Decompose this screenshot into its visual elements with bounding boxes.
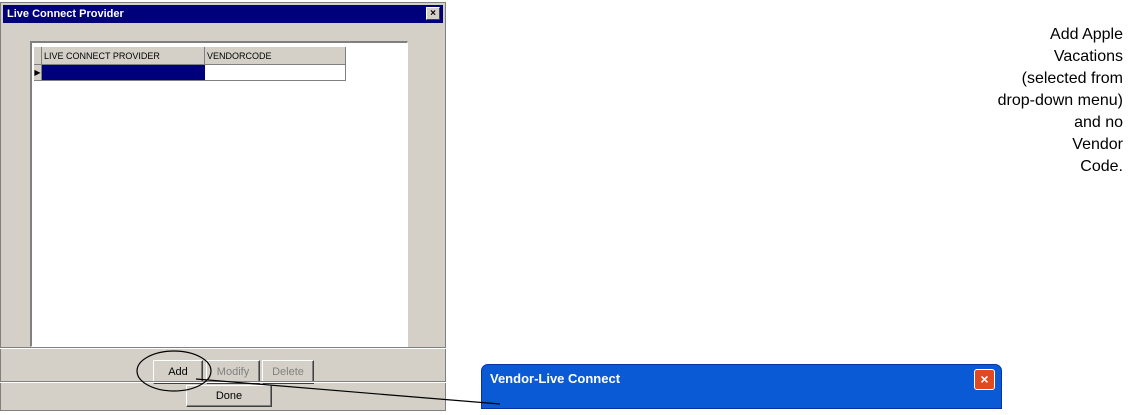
annotation-overlay: [136, 350, 501, 405]
highlight-circle: [136, 350, 212, 392]
arrow-line: [195, 378, 501, 405]
